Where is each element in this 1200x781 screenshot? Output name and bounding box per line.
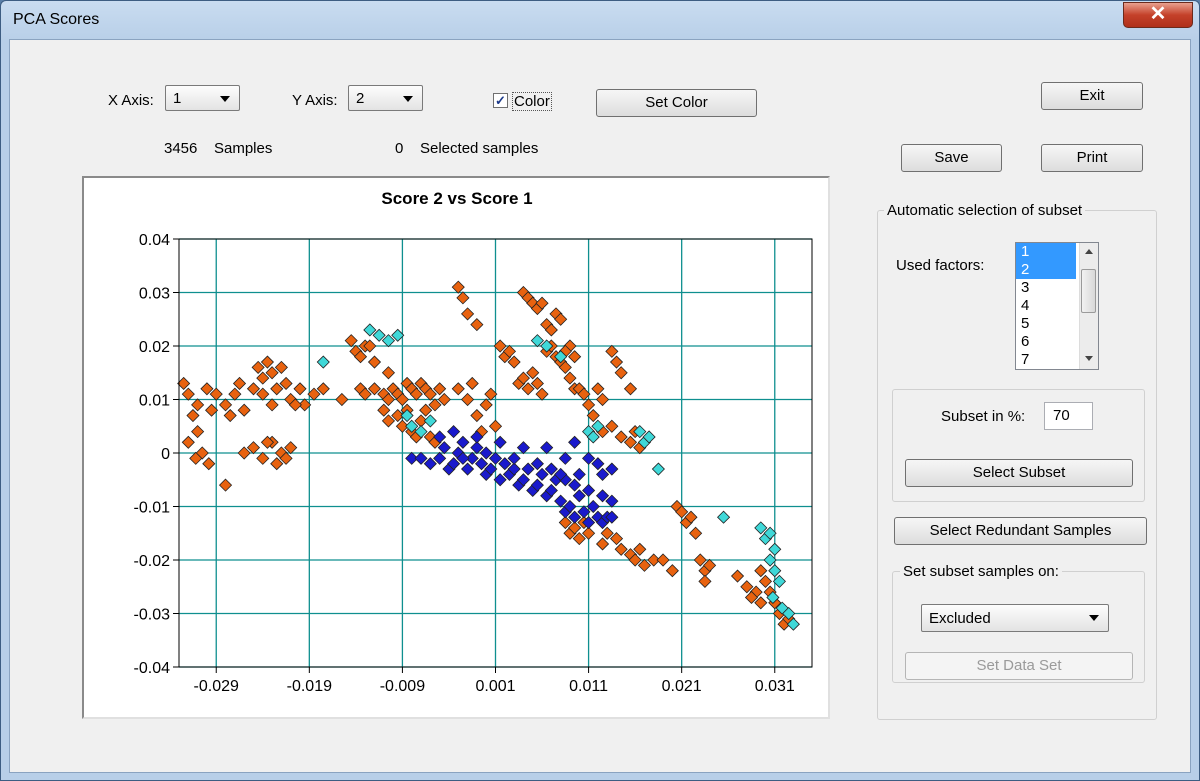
y-tick-label: -0.03 (134, 607, 171, 624)
exit-button[interactable]: Exit (1041, 82, 1143, 110)
pca-scores-window: PCA Scores ✕ X Axis: 1 Y Axis: 2 ✓ Color… (0, 0, 1200, 781)
color-checkbox-label[interactable]: Color (512, 92, 552, 111)
y-tick-label: 0.04 (139, 232, 170, 249)
x-axis-label: X Axis: (108, 92, 154, 109)
y-tick-label: 0.03 (139, 286, 170, 303)
window-title: PCA Scores (13, 11, 100, 28)
y-axis-label: Y Axis: (292, 92, 338, 109)
factor-item[interactable]: 7 (1016, 351, 1076, 369)
samples-count: 3456 (164, 140, 198, 157)
selected-samples-label: Selected samples (420, 140, 539, 157)
x-tick-label: -0.019 (287, 678, 332, 695)
scroll-down-icon[interactable] (1085, 356, 1093, 361)
set-color-button[interactable]: Set Color (596, 89, 757, 117)
scroll-thumb[interactable] (1081, 269, 1096, 313)
client-area: X Axis: 1 Y Axis: 2 ✓ Color Set Color Ex… (9, 39, 1191, 773)
color-checkbox[interactable]: ✓ (493, 93, 508, 108)
x-axis-combo[interactable]: 1 (165, 85, 240, 111)
x-tick-label: 0.021 (662, 678, 702, 695)
x-tick-label: 0.011 (569, 678, 608, 695)
factor-item[interactable]: 3 (1016, 279, 1076, 297)
factor-item[interactable]: 5 (1016, 315, 1076, 333)
subset-percent-label: Subset in %: (941, 408, 1026, 425)
set-subset-on-value: Excluded (929, 610, 991, 627)
factor-item[interactable]: 1 (1016, 243, 1076, 261)
select-redundant-samples-button[interactable]: Select Redundant Samples (894, 517, 1147, 545)
scroll-up-icon[interactable] (1085, 249, 1093, 254)
chevron-down-icon (1089, 615, 1099, 621)
score-plot[interactable]: -0.029 -0.019 -0.009 0.001 0.011 0.021 0.031 0.… (84, 178, 828, 717)
select-subset-button[interactable]: Select Subset (905, 459, 1133, 487)
chevron-down-icon (220, 96, 230, 102)
factor-item[interactable]: 6 (1016, 333, 1076, 351)
chart-title: Score 2 vs Score 1 (381, 189, 532, 208)
subset-percent-groupbox: Subset in %: 70 Select Subset (892, 389, 1145, 502)
y-tick-label: -0.02 (134, 553, 171, 570)
x-tick-label: 0.031 (755, 678, 795, 695)
checkmark-icon: ✓ (495, 93, 506, 108)
y-axis-combo[interactable]: 2 (348, 85, 423, 111)
used-factors-listbox[interactable]: 1234567 (1015, 242, 1099, 370)
factor-item[interactable]: 4 (1016, 297, 1076, 315)
plot-panel[interactable]: -0.029 -0.019 -0.009 0.001 0.011 0.021 0.031 0.… (82, 176, 830, 719)
save-button[interactable]: Save (901, 144, 1002, 172)
set-subset-on-groupbox: Set subset samples on: Excluded Set Data… (892, 563, 1145, 683)
set-subset-on-combo[interactable]: Excluded (921, 604, 1109, 632)
title-bar[interactable]: PCA Scores ✕ (1, 1, 1199, 39)
samples-label: Samples (214, 140, 273, 157)
set-subset-on-title: Set subset samples on: (900, 563, 1062, 580)
listbox-scrollbar[interactable] (1079, 243, 1098, 369)
chevron-down-icon (403, 96, 413, 102)
y-tick-label: -0.01 (134, 500, 171, 517)
factor-item[interactable]: 2 (1016, 261, 1076, 279)
y-axis-value: 2 (356, 90, 365, 107)
x-tick-label: 0.001 (475, 678, 515, 695)
y-tick-label: 0.02 (139, 339, 170, 356)
close-button[interactable]: ✕ (1123, 2, 1193, 28)
x-axis-value: 1 (173, 90, 182, 107)
subset-group-title: Automatic selection of subset (884, 202, 1086, 219)
print-button[interactable]: Print (1041, 144, 1143, 172)
x-tick-label: -0.009 (380, 678, 425, 695)
used-factors-label: Used factors: (896, 257, 985, 274)
subset-groupbox: Automatic selection of subset Used facto… (877, 202, 1157, 720)
y-tick-label: -0.04 (134, 660, 171, 677)
set-data-set-button[interactable]: Set Data Set (905, 652, 1133, 680)
y-tick-label: 0 (161, 446, 170, 463)
y-tick-label: 0.01 (139, 393, 170, 410)
selected-count: 0 (395, 140, 404, 157)
subset-percent-input[interactable]: 70 (1044, 402, 1093, 430)
x-tick-label: -0.029 (194, 678, 239, 695)
